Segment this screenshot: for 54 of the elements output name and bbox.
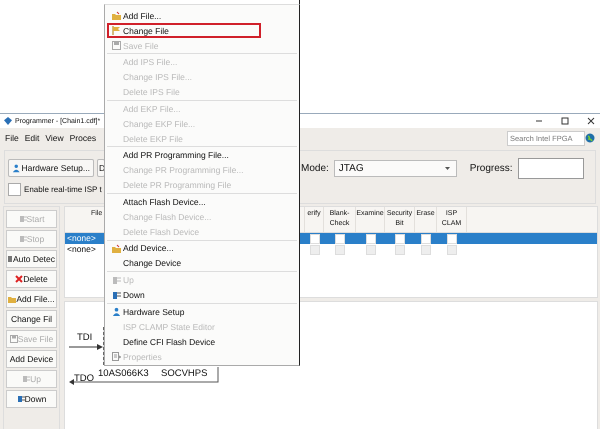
menu-item[interactable]: Add PR Programming File... <box>107 148 261 163</box>
flag-icon <box>112 26 120 35</box>
caret-icon <box>444 166 450 170</box>
mode-dropdown[interactable]: JTAG <box>334 160 457 176</box>
menu-item[interactable]: Hardware Setup <box>107 304 261 320</box>
menu-item[interactable]: Define CFI Flash Device <box>107 334 261 350</box>
chip-icon <box>18 215 27 223</box>
device-label: 10AS066K3 <box>98 368 149 379</box>
close-icon[interactable] <box>587 117 595 125</box>
chip-icon <box>18 235 27 243</box>
device-label: SOCVHPS <box>161 368 208 379</box>
menu-item[interactable]: Add Device... <box>107 240 261 256</box>
checkbox[interactable] <box>8 182 21 196</box>
hardware-setup-button[interactable]: Hardware Setup... <box>8 159 94 177</box>
menu-item[interactable]: Change File <box>107 23 261 38</box>
chip-icon <box>8 255 13 263</box>
menu-item[interactable]: Add File... <box>107 8 261 23</box>
maximize-icon[interactable] <box>561 117 569 125</box>
menu-item[interactable]: View <box>45 133 64 143</box>
menu-item[interactable]: Down <box>107 288 261 303</box>
side-button[interactable]: Auto Detec <box>6 250 57 268</box>
menu-item[interactable]: Edit <box>24 133 40 143</box>
app-icon <box>4 117 12 125</box>
folder-icon <box>112 244 120 253</box>
side-button[interactable]: Delete <box>6 270 57 288</box>
chip-icon <box>112 290 120 300</box>
chip-icon <box>16 395 25 403</box>
cross-icon <box>15 275 24 283</box>
side-button[interactable]: Change Fil <box>6 310 57 328</box>
progress-label: Progress: <box>470 162 513 174</box>
menu-item[interactable]: File <box>5 133 19 143</box>
side-button[interactable]: Add File... <box>6 290 57 308</box>
tdo-label: TDO <box>74 373 94 384</box>
side-button[interactable]: Down <box>6 390 57 408</box>
table-cell[interactable]: <none> <box>65 233 105 244</box>
person-icon <box>112 307 120 316</box>
folder-icon <box>112 11 120 20</box>
checkbox-label: Enable real-time ISP t <box>24 184 102 194</box>
folder-icon <box>8 295 16 303</box>
menu-item[interactable]: Proces <box>70 133 96 143</box>
person-icon <box>12 163 20 173</box>
grid-icon <box>112 352 120 362</box>
mode-label: Mode: <box>301 162 329 174</box>
menu-item[interactable]: Attach Flash Device... <box>107 194 261 210</box>
menu-item[interactable]: Change Device <box>107 256 261 271</box>
chip-icon <box>112 276 120 285</box>
arrow-icon <box>69 344 103 350</box>
side-button[interactable]: Add Device <box>6 350 57 368</box>
globe-icon[interactable] <box>585 133 595 143</box>
return-arrow-icon <box>69 367 219 385</box>
chip-icon <box>22 375 30 383</box>
table-cell[interactable]: <none> <box>65 244 105 255</box>
progress-field <box>518 158 584 178</box>
tdi-label: TDI <box>77 332 92 343</box>
